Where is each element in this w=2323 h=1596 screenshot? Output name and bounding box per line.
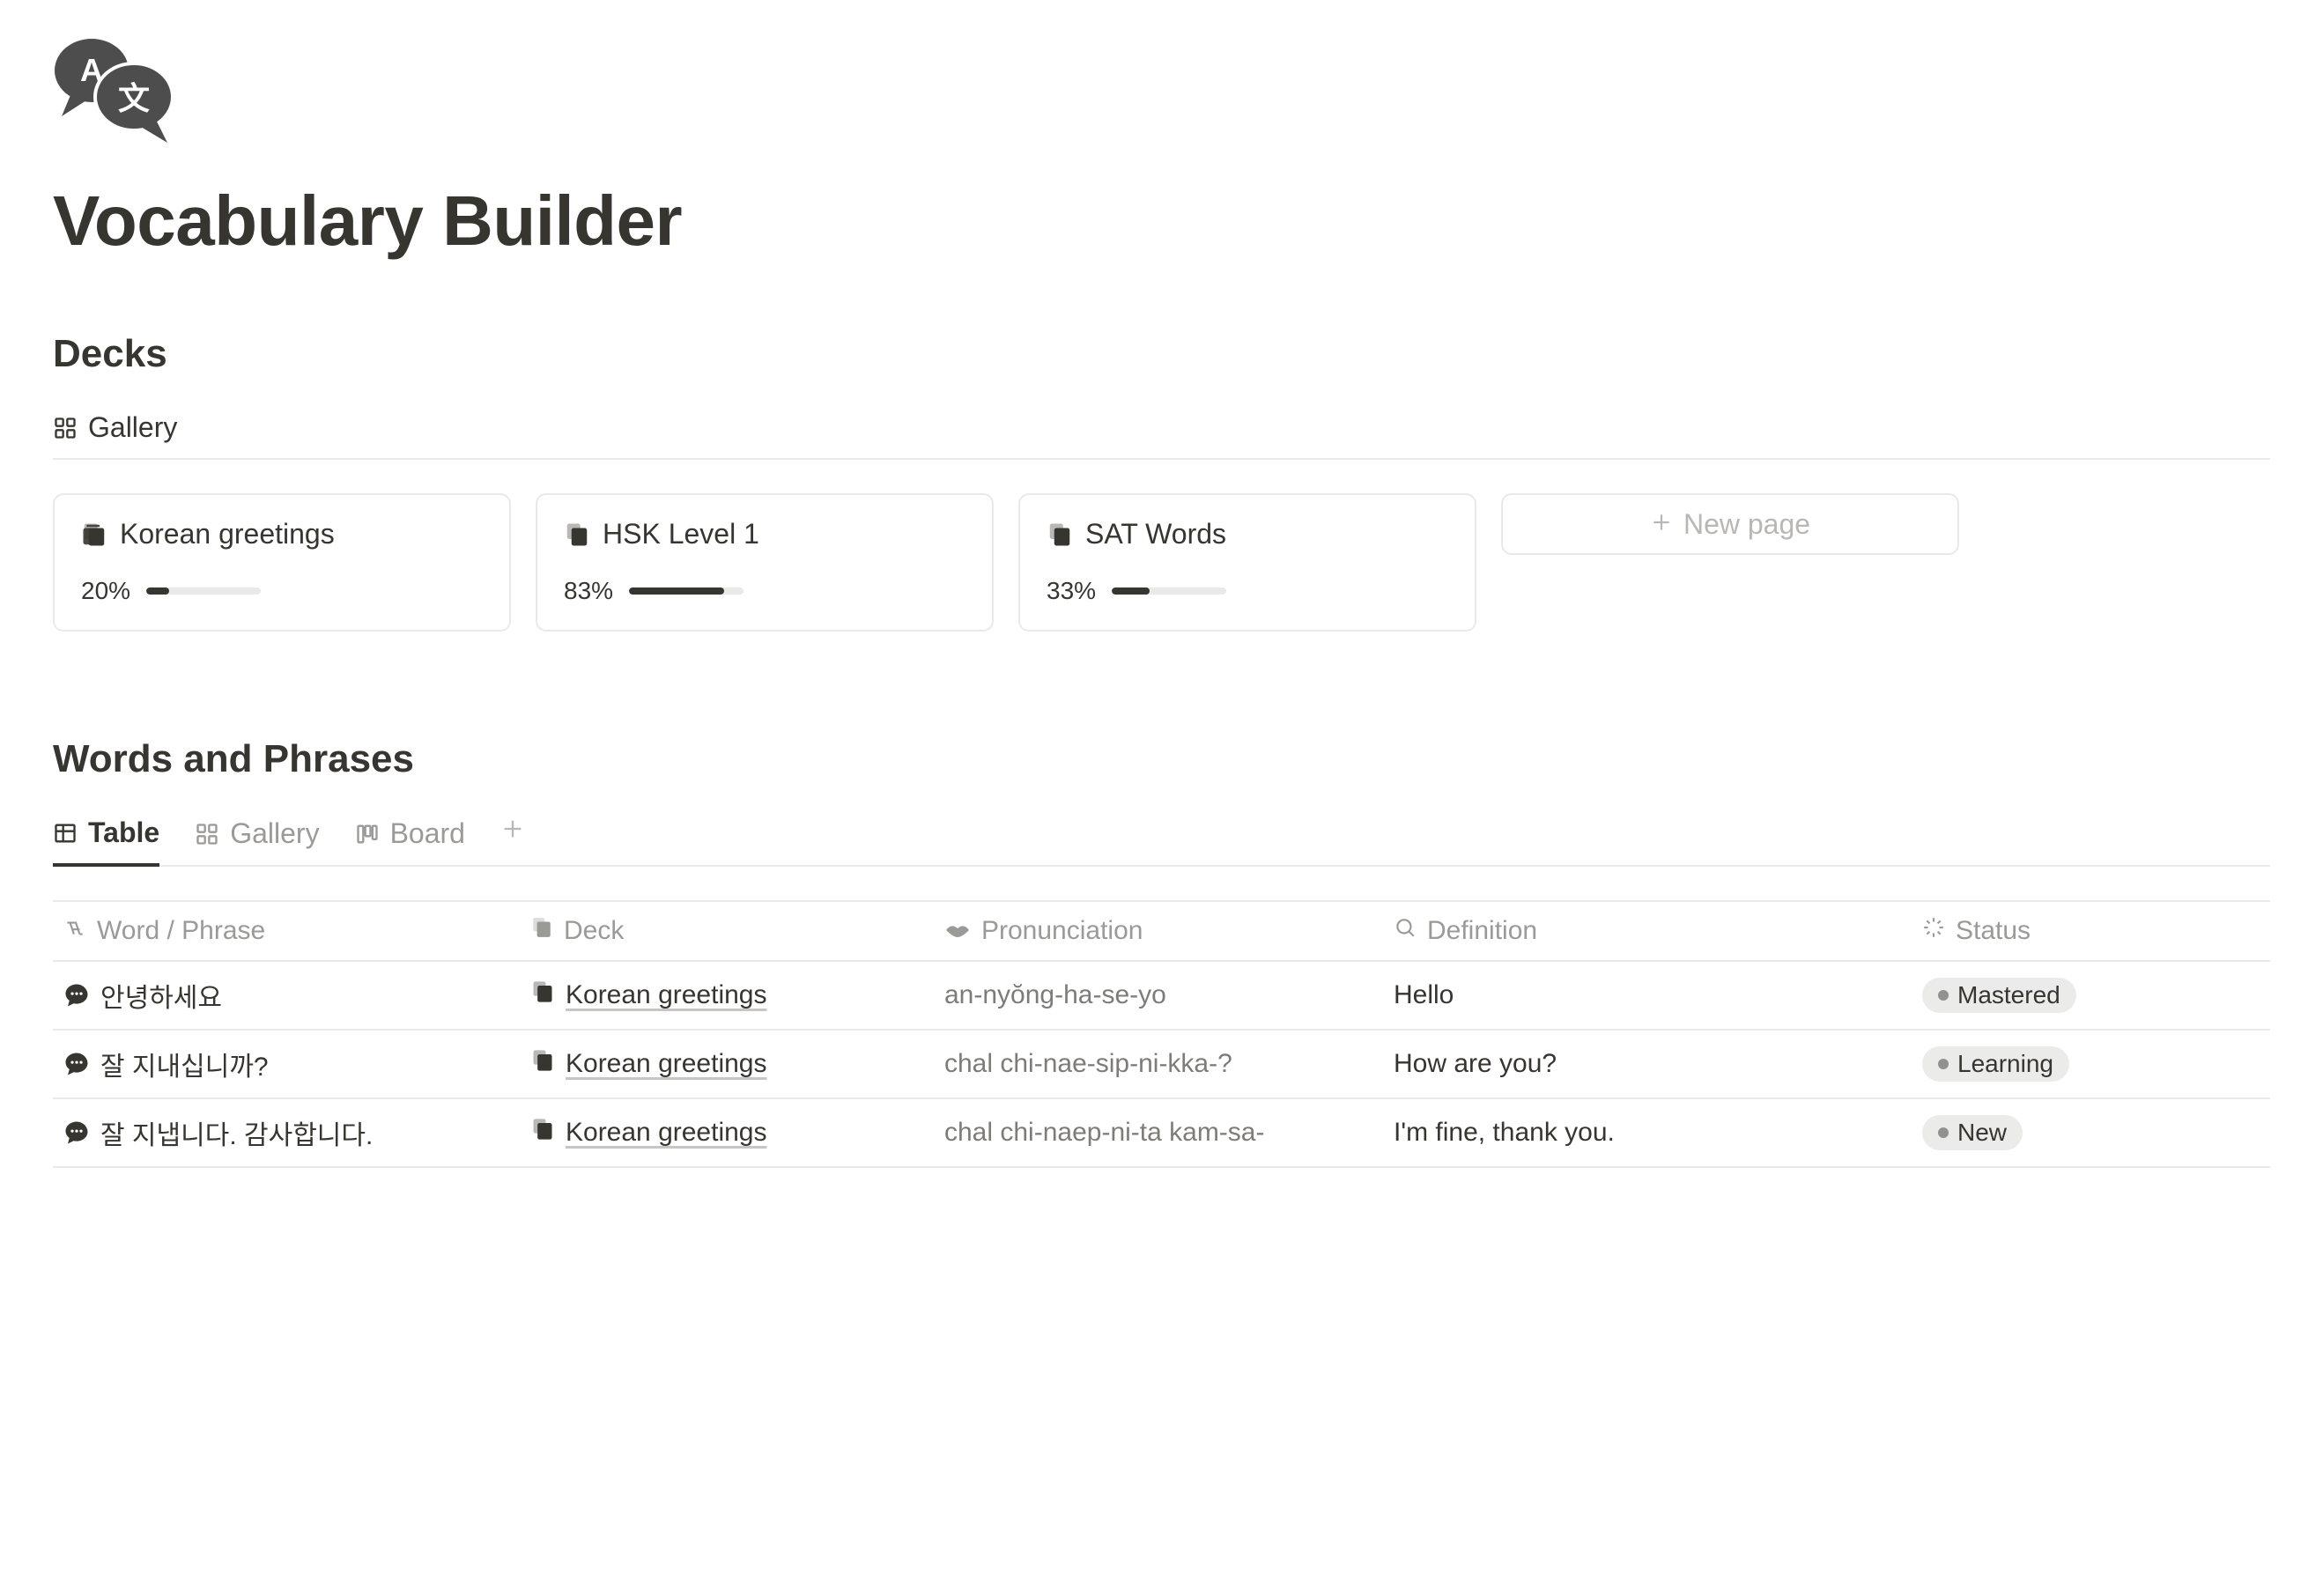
deck-card[interactable]: HSK Level 1 83% (536, 493, 994, 632)
col-def-label: Definition (1427, 916, 1537, 946)
deck-link[interactable]: Korean greetings (566, 1049, 767, 1079)
definition-text: Hello (1394, 980, 1454, 1010)
svg-text:A: A (80, 52, 103, 88)
pronunciation-text: chal chi-nae-sip-ni-kka-? (944, 1049, 1232, 1079)
loading-icon (1922, 916, 1945, 946)
progress-bar (629, 587, 744, 595)
decks-view-gallery[interactable]: Gallery (53, 403, 177, 458)
deck-icon (81, 521, 107, 548)
word-text: 잘 지내십니까? (100, 1045, 269, 1083)
status-badge: Learning (1922, 1046, 2069, 1082)
deck-progress-pct: 20% (81, 577, 130, 605)
progress-bar (146, 587, 261, 595)
deck-icon (530, 979, 555, 1011)
definition-text: How are you? (1394, 1049, 1557, 1079)
speech-bubble-icon (63, 1119, 90, 1146)
tab-board-label: Board (390, 817, 465, 850)
deck-link[interactable]: Korean greetings (566, 980, 767, 1010)
pronunciation-text: an-nyŏng-ha-se-yo (944, 980, 1166, 1010)
svg-text:文: 文 (118, 80, 150, 116)
text-icon (63, 916, 86, 946)
word-text: 잘 지냅니다. 감사합니다. (100, 1113, 373, 1152)
deck-card[interactable]: Korean greetings 20% (53, 493, 511, 632)
deck-icon (564, 521, 590, 548)
pronunciation-text: chal chi-naep-ni-ta kam-sa- (944, 1118, 1264, 1148)
table-icon (53, 821, 78, 846)
progress-bar (1112, 587, 1226, 595)
deck-icon (530, 1117, 555, 1149)
page-title: Vocabulary Builder (53, 181, 2270, 262)
gallery-icon (195, 822, 219, 846)
deck-card-title: HSK Level 1 (603, 518, 759, 550)
table-row[interactable]: 안녕하세요 Korean greetings an-nyŏng-ha-se-yo… (53, 962, 2270, 1031)
deck-progress-pct: 33% (1047, 577, 1096, 605)
board-icon (355, 822, 380, 846)
table-row[interactable]: 잘 지내십니까? Korean greetings chal chi-nae-s… (53, 1031, 2270, 1099)
table-row[interactable]: 잘 지냅니다. 감사합니다. Korean greetings chal chi… (53, 1099, 2270, 1168)
decks-section-title: Decks (53, 332, 2270, 376)
status-badge: New (1922, 1115, 2023, 1150)
new-page-button[interactable]: New page (1501, 493, 1959, 555)
tab-gallery[interactable]: Gallery (195, 809, 319, 864)
tab-board[interactable]: Board (355, 809, 465, 864)
deck-card-title: SAT Words (1085, 518, 1226, 550)
decks-view-tabs: Gallery (53, 403, 2270, 460)
deck-progress-pct: 83% (564, 577, 613, 605)
deck-icon (530, 1048, 555, 1080)
table-header: Word / Phrase Deck Pronunciation Definit… (53, 900, 2270, 962)
decks-gallery: Korean greetings 20% HSK Level 1 83% SAT… (53, 493, 2270, 632)
words-section-title: Words and Phrases (53, 737, 2270, 781)
col-word-label: Word / Phrase (97, 916, 265, 946)
col-pron-label: Pronunciation (981, 916, 1143, 946)
status-badge: Mastered (1922, 978, 2076, 1013)
col-status-label: Status (1956, 916, 2031, 946)
deck-card-title: Korean greetings (120, 518, 335, 550)
word-text: 안녕하세요 (100, 976, 222, 1015)
add-view-button[interactable] (500, 812, 525, 861)
decks-view-label: Gallery (88, 411, 177, 444)
col-deck-label: Deck (564, 916, 624, 946)
page-icon: A 文 (53, 35, 2270, 154)
plus-icon (1650, 508, 1673, 541)
lips-icon (944, 916, 971, 946)
deck-card[interactable]: SAT Words 33% (1018, 493, 1476, 632)
search-icon (1394, 916, 1417, 946)
words-view-tabs: Table Gallery Board (53, 808, 2270, 867)
speech-bubble-icon (63, 1051, 90, 1077)
deck-link[interactable]: Korean greetings (566, 1118, 767, 1148)
new-page-label: New page (1683, 508, 1810, 541)
deck-icon (1047, 521, 1073, 548)
definition-text: I'm fine, thank you. (1394, 1118, 1615, 1148)
tab-gallery-label: Gallery (230, 817, 319, 850)
deck-icon (530, 916, 553, 946)
tab-table[interactable]: Table (53, 808, 159, 867)
tab-table-label: Table (88, 816, 159, 849)
speech-bubble-icon (63, 982, 90, 1009)
gallery-icon (53, 416, 78, 440)
